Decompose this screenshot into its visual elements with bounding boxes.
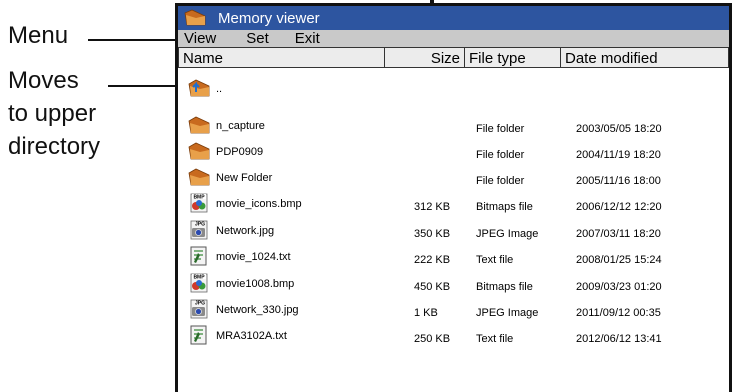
file-row[interactable]: JPG Network.jpg 350 KB JPEG Image 2007/03/11… bbox=[178, 218, 729, 244]
file-type: File folder bbox=[476, 149, 525, 161]
file-row[interactable]: JPG Network_330.jpg 1 KB JPEG Image 2011/09/… bbox=[178, 297, 729, 323]
file-name: n_capture bbox=[216, 120, 265, 132]
file-name: .. bbox=[216, 83, 223, 95]
file-row[interactable]: New Folder File folder 2005/11/16 18:00 bbox=[178, 165, 729, 191]
file-row[interactable]: BMP movie1008.bmp 450 KB Bitmaps file 2009/0… bbox=[178, 271, 729, 297]
column-type-header[interactable]: File type bbox=[464, 47, 560, 68]
folder-icon bbox=[188, 141, 210, 161]
file-name: PDP0909 bbox=[216, 146, 264, 158]
file-type: Bitmaps file bbox=[476, 201, 533, 213]
file-row[interactable]: BMP movie_icons.bmp 312 KB Bitmaps file 2006… bbox=[178, 191, 729, 217]
file-name: Network_330.jpg bbox=[216, 304, 299, 316]
menu-exit[interactable]: Exit bbox=[291, 30, 324, 47]
up-directory-icon bbox=[188, 78, 210, 98]
column-header: Name Size File type Date modified bbox=[178, 47, 729, 68]
file-date: 2006/12/12 12:20 bbox=[576, 201, 662, 213]
file-name: New Folder bbox=[216, 172, 273, 184]
menu-bar: View Set Exit bbox=[178, 30, 729, 47]
file-date: 2011/09/12 00:35 bbox=[576, 307, 661, 319]
column-date-header[interactable]: Date modified bbox=[560, 47, 729, 68]
menu-annotation-line bbox=[88, 39, 175, 41]
file-name: MRA3102A.txt bbox=[216, 330, 287, 342]
svg-text:JPG: JPG bbox=[195, 222, 205, 228]
moves-annotation-line3: directory bbox=[8, 133, 101, 160]
file-date: 2003/05/05 18:20 bbox=[576, 123, 662, 135]
file-name: movie_1024.txt bbox=[216, 251, 291, 263]
file-size: 312 KB bbox=[414, 201, 451, 213]
file-size: 450 KB bbox=[414, 281, 451, 293]
file-type: JPEG Image bbox=[476, 228, 539, 240]
svg-text:BMP: BMP bbox=[193, 195, 205, 201]
title-bar: Memory viewer bbox=[178, 6, 729, 30]
file-type: Bitmaps file bbox=[476, 281, 533, 293]
moves-annotation-line1: Moves bbox=[8, 67, 79, 94]
file-name: movie_icons.bmp bbox=[216, 198, 302, 210]
file-row[interactable]: MRA3102A.txt 250 KB Text file 2012/06/12 13… bbox=[178, 323, 729, 349]
file-date: 2008/01/25 15:24 bbox=[576, 254, 662, 266]
file-date: 2012/06/12 13:41 bbox=[576, 333, 662, 345]
file-type: File folder bbox=[476, 123, 525, 135]
parent-directory-row[interactable]: .. bbox=[178, 76, 729, 102]
file-size: 222 KB bbox=[414, 254, 451, 266]
file-date: 2004/11/19 18:20 bbox=[576, 149, 661, 161]
file-row[interactable]: PDP0909 File folder 2004/11/19 18:20 bbox=[178, 139, 729, 165]
file-name: Network.jpg bbox=[216, 225, 275, 237]
folder-icon bbox=[184, 9, 206, 26]
txt-file-icon bbox=[188, 325, 210, 345]
jpg-file-icon: JPG bbox=[188, 299, 210, 319]
memory-viewer-window: Memory viewer View Set Exit Name Size Fi… bbox=[175, 3, 732, 392]
file-date: 2009/03/23 01:20 bbox=[576, 281, 662, 293]
bmp-file-icon: BMP bbox=[188, 193, 210, 213]
column-name-header[interactable]: Name bbox=[178, 47, 384, 68]
menu-view[interactable]: View bbox=[180, 30, 220, 47]
file-type: Text file bbox=[476, 254, 514, 266]
folder-icon bbox=[188, 167, 210, 187]
file-row[interactable]: n_capture File folder 2003/05/05 18:20 bbox=[178, 113, 729, 139]
bmp-file-icon: BMP bbox=[188, 273, 210, 293]
file-type: Text file bbox=[476, 333, 514, 345]
txt-file-icon bbox=[188, 246, 210, 266]
file-size: 1 KB bbox=[414, 307, 438, 319]
file-row[interactable]: movie_1024.txt 222 KB Text file 2008/01/25 … bbox=[178, 244, 729, 270]
svg-text:JPG: JPG bbox=[195, 301, 205, 307]
moves-annotation-pointer bbox=[108, 85, 175, 87]
file-name: movie1008.bmp bbox=[216, 278, 295, 290]
jpg-file-icon: JPG bbox=[188, 220, 210, 240]
file-type: JPEG Image bbox=[476, 307, 539, 319]
column-size-header[interactable]: Size bbox=[384, 47, 464, 68]
menu-annotation-label: Menu bbox=[8, 22, 69, 49]
file-date: 2005/11/16 18:00 bbox=[576, 175, 661, 187]
file-size: 250 KB bbox=[414, 333, 451, 345]
file-type: File folder bbox=[476, 175, 525, 187]
menu-set[interactable]: Set bbox=[242, 30, 273, 47]
folder-icon bbox=[188, 115, 210, 135]
moves-annotation-line2: to upper bbox=[8, 100, 97, 127]
window-title: Memory viewer bbox=[218, 9, 320, 27]
file-size: 350 KB bbox=[414, 228, 451, 240]
svg-text:BMP: BMP bbox=[193, 275, 205, 281]
file-list: .. n_capture File folder 2003/05/05 18:20 PD… bbox=[178, 68, 729, 392]
file-date: 2007/03/11 18:20 bbox=[576, 228, 661, 240]
